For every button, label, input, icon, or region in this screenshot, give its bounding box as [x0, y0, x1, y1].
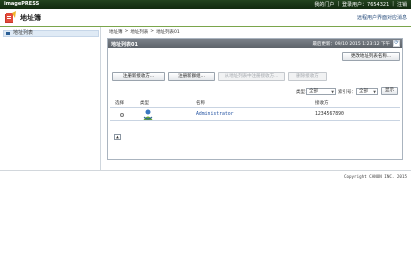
- chevron-down-icon: ▼: [373, 90, 376, 94]
- index-filter-label: 索引号：: [338, 90, 356, 95]
- table-header: 选择 类型 名称 接收方: [110, 100, 400, 107]
- page-header: 地址簿 远程用户界面对应消息: [0, 9, 411, 26]
- sidebar: 地址列表: [0, 27, 101, 170]
- user-icon: [143, 109, 153, 120]
- column-destination: 接收方: [315, 101, 329, 106]
- breadcrumb: 地址簿 > 地址列表 > 地址列表01: [109, 29, 180, 35]
- rename-list-button[interactable]: 更改地址列表名称...: [342, 52, 400, 61]
- select-radio[interactable]: [120, 113, 124, 117]
- destination-name-link[interactable]: Administrator: [196, 112, 234, 117]
- column-select: 选择: [115, 101, 124, 106]
- remote-ui-message-link[interactable]: 远程用户界面对应消息: [357, 14, 407, 21]
- breadcrumb-address-book[interactable]: 地址簿: [109, 29, 123, 35]
- sidebar-item-label: 地址列表: [13, 30, 34, 36]
- destination-number: 1234567890: [315, 112, 344, 117]
- brand-name: imagePRESS: [4, 1, 40, 7]
- panel-title: 地址列表01: [111, 42, 138, 48]
- my-portal-link[interactable]: 我的门户: [314, 1, 334, 8]
- footer-divider: [0, 170, 411, 171]
- top-menu: 我的门户 | 登录用户：7654321 | 注销: [314, 1, 407, 8]
- back-to-top-button[interactable]: ▲: [114, 134, 121, 140]
- register-new-destination-button[interactable]: 注册新接收方...: [112, 72, 165, 81]
- logged-in-user: 登录用户：7654321: [342, 2, 390, 8]
- index-select[interactable]: 全部 ▼: [356, 88, 378, 95]
- main-content: 地址簿 > 地址列表 > 地址列表01 地址列表01 最后更新：09/10 20…: [101, 27, 411, 179]
- table-row[interactable]: Administrator 1234567890: [110, 107, 400, 121]
- delete-destination-button[interactable]: 删除接收方: [288, 72, 327, 81]
- breadcrumb-current: 地址列表01: [156, 30, 180, 35]
- logout-link[interactable]: 注销: [397, 1, 407, 8]
- top-bar: imagePRESS 我的门户 | 登录用户：7654321 | 注销: [0, 0, 411, 9]
- breadcrumb-address-lists[interactable]: 地址列表: [130, 29, 148, 35]
- refresh-icon[interactable]: ⟳: [393, 40, 400, 47]
- last-updated: 最后更新：09/10 2015 1:23:12 下午: [312, 42, 390, 47]
- column-name: 名称: [196, 101, 205, 106]
- register-new-group-button[interactable]: 注册新群组...: [168, 72, 215, 81]
- type-select[interactable]: 全部 ▼: [306, 88, 336, 95]
- register-from-list-button[interactable]: 从地址列表中注册接收方...: [218, 72, 285, 81]
- column-type: 类型: [140, 101, 149, 106]
- page-title: 地址簿: [20, 14, 41, 22]
- copyright: Copyright CANON INC. 2015: [343, 174, 407, 179]
- list-icon: [6, 32, 10, 35]
- panel-header: 地址列表01 最后更新：09/10 2015 1:23:12 下午 ⟳: [108, 39, 402, 48]
- show-button[interactable]: 显示: [381, 87, 398, 95]
- address-book-icon: [5, 11, 16, 23]
- sidebar-item-address-list[interactable]: 地址列表: [3, 30, 99, 37]
- address-list-panel: 地址列表01 最后更新：09/10 2015 1:23:12 下午 ⟳ 更改地址…: [107, 38, 403, 160]
- chevron-down-icon: ▼: [331, 90, 334, 94]
